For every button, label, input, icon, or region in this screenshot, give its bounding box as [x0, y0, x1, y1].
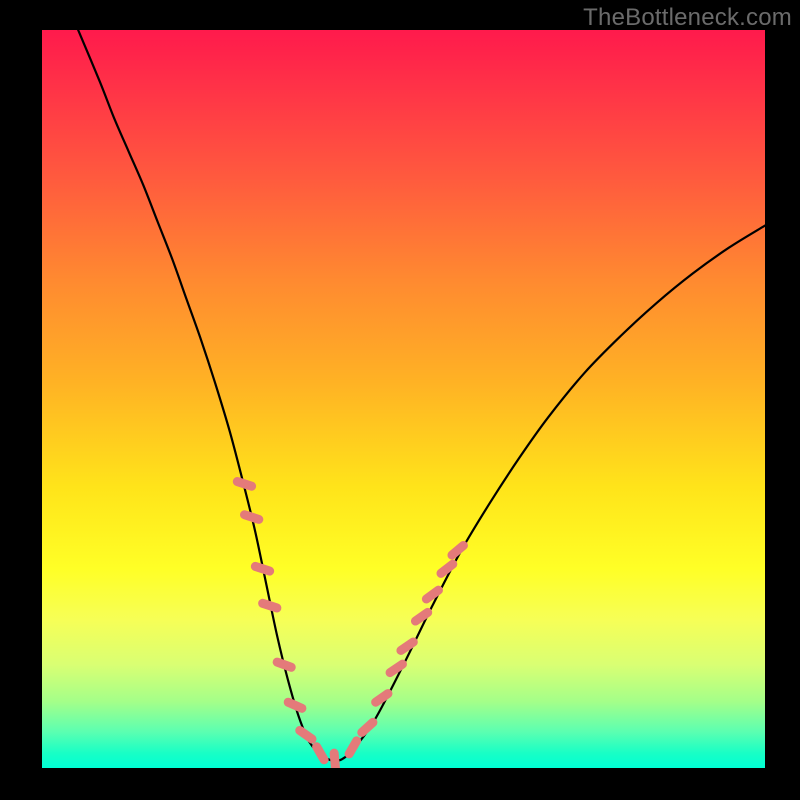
watermark-text: TheBottleneck.com	[583, 4, 792, 32]
chart-canvas: TheBottleneck.com	[0, 0, 800, 800]
plot-background-gradient	[42, 30, 765, 768]
